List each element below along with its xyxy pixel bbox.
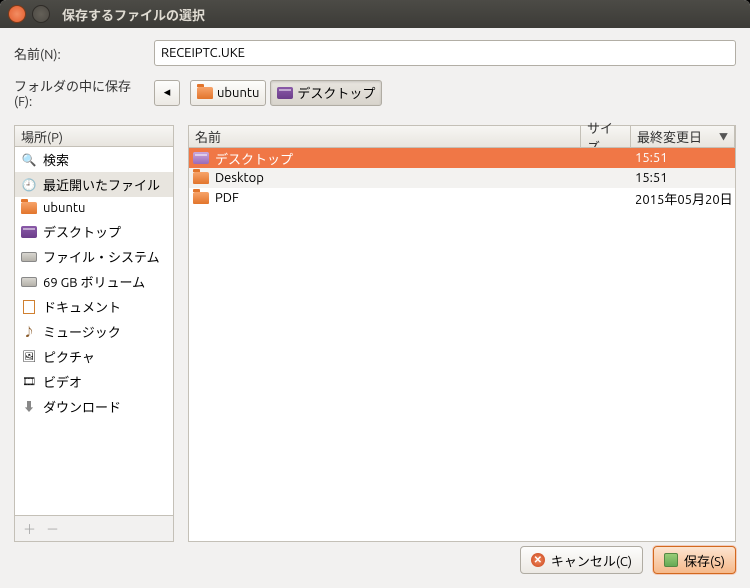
column-header-date[interactable]: 最終変更日 ▼ <box>631 126 735 147</box>
folder-orange-icon <box>21 200 37 216</box>
video-icon <box>21 374 37 390</box>
files-panel: 名前 サイズ 最終変更日 ▼ デスクトップ15:51Desktop15:51PD… <box>188 125 736 542</box>
titlebar: 保存するファイルの選択 <box>0 0 750 28</box>
places-item[interactable]: デスクトップ <box>15 219 173 244</box>
filename-input[interactable] <box>154 40 736 66</box>
places-list: 検索最近開いたファイルubuntuデスクトップファイル・システム69 GB ボリ… <box>14 147 174 516</box>
window-title: 保存するファイルの選択 <box>62 5 205 24</box>
files-list: デスクトップ15:51Desktop15:51PDF2015年05月20日 <box>188 147 736 542</box>
places-item[interactable]: 最近開いたファイル <box>15 172 173 197</box>
places-header[interactable]: 場所(P) <box>14 125 174 147</box>
places-item[interactable]: ドキュメント <box>15 294 173 319</box>
save-button[interactable]: 保存(S) <box>653 546 736 574</box>
remove-place-button[interactable]: － <box>46 519 59 538</box>
img-icon <box>21 349 37 365</box>
places-panel: 場所(P) 検索最近開いたファイルubuntuデスクトップファイル・システム69… <box>14 125 174 542</box>
places-item[interactable]: ファイル・システム <box>15 244 173 269</box>
search-icon <box>21 152 37 168</box>
folder-purple-icon <box>277 87 293 99</box>
folder-purple-icon <box>193 152 209 164</box>
cancel-button[interactable]: キャンセル(C) <box>520 546 643 574</box>
files-header: 名前 サイズ 最終変更日 ▼ <box>188 125 736 147</box>
breadcrumb-item[interactable]: デスクトップ <box>270 80 382 106</box>
minimize-icon[interactable] <box>32 5 50 23</box>
save-dialog-window: 保存するファイルの選択 名前(N): フォルダの中に保存(F): ◂ ubunt… <box>0 0 750 588</box>
folder-row: フォルダの中に保存(F): ◂ ubuntuデスクトップ <box>14 76 736 109</box>
path-back-button[interactable]: ◂ <box>154 80 180 106</box>
folder-purple-icon <box>21 224 37 240</box>
button-bar: キャンセル(C) 保存(S) <box>0 542 750 588</box>
column-header-name[interactable]: 名前 <box>189 126 581 147</box>
places-item[interactable]: ピクチャ <box>15 344 173 369</box>
dl-icon <box>21 399 37 415</box>
column-header-size[interactable]: サイズ <box>581 126 631 147</box>
save-icon <box>664 553 678 567</box>
main-area: 場所(P) 検索最近開いたファイルubuntuデスクトップファイル・システム69… <box>14 125 736 542</box>
breadcrumb-item[interactable]: ubuntu <box>190 80 266 106</box>
places-item[interactable]: 検索 <box>15 147 173 172</box>
folder-orange-icon <box>193 172 209 184</box>
file-row[interactable]: PDF2015年05月20日 <box>189 188 735 208</box>
dialog-content: 名前(N): フォルダの中に保存(F): ◂ ubuntuデスクトップ 場所(P… <box>0 28 750 542</box>
folder-label: フォルダの中に保存(F): <box>14 76 144 109</box>
places-item[interactable]: ビデオ <box>15 369 173 394</box>
places-item[interactable]: ダウンロード <box>15 394 173 419</box>
music-icon <box>21 324 37 340</box>
places-item[interactable]: 69 GB ボリューム <box>15 269 173 294</box>
file-row[interactable]: デスクトップ15:51 <box>189 148 735 168</box>
drive-icon <box>21 249 37 265</box>
doc-icon <box>21 299 37 315</box>
sort-descending-icon: ▼ <box>719 130 728 143</box>
clock-icon <box>21 177 37 193</box>
filename-row: 名前(N): <box>14 40 736 66</box>
chevron-left-icon: ◂ <box>164 85 171 100</box>
close-icon[interactable] <box>8 5 26 23</box>
cancel-icon <box>531 553 545 567</box>
places-item[interactable]: ミュージック <box>15 319 173 344</box>
file-row[interactable]: Desktop15:51 <box>189 168 735 188</box>
folder-orange-icon <box>193 192 209 204</box>
folder-orange-icon <box>197 87 213 99</box>
drive-icon <box>21 274 37 290</box>
places-footer: ＋ － <box>14 516 174 542</box>
add-place-button[interactable]: ＋ <box>23 519 36 538</box>
breadcrumb: ubuntuデスクトップ <box>190 80 382 106</box>
places-item[interactable]: ubuntu <box>15 197 173 219</box>
filename-label: 名前(N): <box>14 44 144 63</box>
